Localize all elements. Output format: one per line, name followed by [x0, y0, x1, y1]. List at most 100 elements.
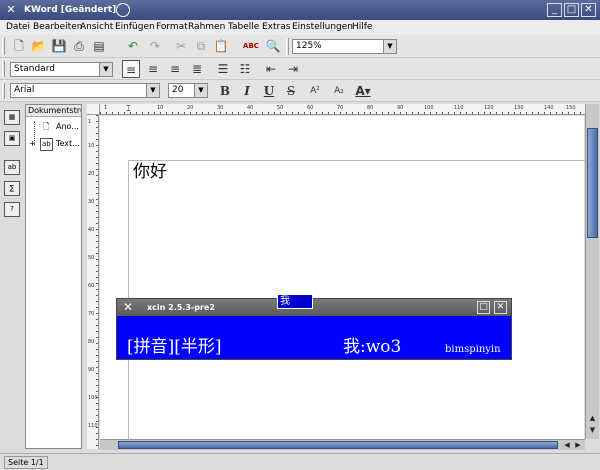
bullet-list-icon[interactable]: ☷ [236, 60, 254, 78]
app-icon[interactable]: ✕ [4, 3, 18, 17]
picture-frame-icon[interactable]: ▣ [4, 131, 20, 146]
horizontal-ruler[interactable]: 1 10 20 30 40 50 60 70 80 90 100 110 120… [100, 104, 585, 115]
copy-icon[interactable]: ⧉ [192, 37, 210, 55]
window-menu-icon[interactable] [116, 3, 130, 17]
scroll-up-arrow-icon[interactable]: ▲ [587, 413, 598, 424]
scroll-right-arrow-icon[interactable]: ▶ [573, 440, 583, 450]
ruler-tick-label: 150 [566, 105, 576, 111]
horizontal-scrollbar[interactable]: ◀ ▶ [100, 439, 585, 450]
chevron-down-icon[interactable]: ▼ [194, 84, 207, 97]
main-toolbar: 🗋 📂 💾 ⎙ ▤ ↶ ↷ ✂ ⧉ 📋 ABC 🔍 125% ▼ [0, 35, 600, 58]
increase-indent-icon[interactable]: ⇥ [284, 60, 302, 78]
text-color-icon[interactable]: A▾ [354, 82, 372, 100]
format-toolbar: Arial ▼ 20 ▼ B I U S A² A₂ A▾ [0, 80, 600, 102]
ruler-tick-label: 100 [88, 395, 98, 401]
ruler-tick-label: 20 [88, 171, 95, 177]
menu-ansicht[interactable]: Ansicht [80, 20, 113, 35]
menu-einstellungen[interactable]: Einstellungen [292, 20, 353, 35]
ruler-tick-label: 50 [88, 255, 95, 261]
menu-datei[interactable]: Datei [6, 20, 30, 35]
tab-stop-marker[interactable]: ⌶ [126, 104, 131, 114]
window-titlebar[interactable]: ✕ KWord [Geändert] _ □ ✕ [0, 0, 600, 20]
italic-button[interactable]: I [238, 82, 256, 100]
xcin-close-button[interactable]: ✕ [494, 301, 507, 314]
chevron-down-icon[interactable]: ▼ [99, 63, 112, 76]
ruler-tick-label: 140 [544, 105, 554, 111]
ruler-tick-label: 20 [187, 105, 194, 111]
ruler-tick-label: 70 [88, 311, 95, 317]
strikethrough-button[interactable]: S [282, 82, 300, 100]
chevron-down-icon[interactable]: ▼ [146, 84, 159, 97]
vertical-scroll-thumb[interactable] [587, 128, 598, 238]
document-structure-header: Dokumentstru [26, 105, 81, 117]
align-left-icon[interactable]: ≡ [122, 60, 140, 78]
chevron-down-icon[interactable]: ▼ [383, 40, 396, 53]
close-button[interactable]: ✕ [581, 3, 596, 17]
find-icon[interactable]: 🔍 [264, 37, 282, 55]
print-icon[interactable]: ⎙ [70, 37, 88, 55]
menu-einfuegen[interactable]: Einfügen [115, 20, 155, 35]
save-icon[interactable]: 💾 [50, 37, 68, 55]
xcin-composition: 我:wo3 [343, 337, 402, 357]
subscript-icon[interactable]: A₂ [330, 82, 348, 100]
text-frame-icon[interactable]: ab [4, 160, 20, 175]
scroll-down-arrow-icon[interactable]: ▼ [587, 425, 598, 436]
redo-icon[interactable]: ↷ [146, 37, 164, 55]
document-text[interactable]: 你好 [133, 160, 167, 184]
ruler-tick-label: 40 [247, 105, 254, 111]
decrease-indent-icon[interactable]: ⇤ [262, 60, 280, 78]
font-size-combo[interactable]: 20 ▼ [168, 83, 208, 98]
align-right-icon[interactable]: ≡ [166, 60, 184, 78]
cut-icon[interactable]: ✂ [172, 37, 190, 55]
font-value: Arial [14, 85, 35, 95]
tree-expand-icon[interactable]: + [29, 138, 36, 149]
ruler-tick-label: 60 [307, 105, 314, 111]
document-structure-panel: Dokumentstru + 🗋 Ano... ab Text... [25, 104, 82, 449]
align-center-icon[interactable]: ≡ [144, 60, 162, 78]
vertical-ruler[interactable]: 1 10 20 30 40 50 60 70 80 90 100 110 [87, 115, 99, 449]
toolbar-grip[interactable] [2, 61, 5, 77]
style-combo[interactable]: Standard ▼ [10, 62, 113, 77]
toolbar-grip[interactable] [286, 38, 289, 55]
horizontal-scroll-thumb[interactable] [118, 441, 558, 449]
scroll-left-arrow-icon[interactable]: ◀ [562, 440, 572, 450]
document-icon: 🗋 [43, 122, 50, 131]
xcin-app-icon[interactable]: ✕ [123, 300, 133, 315]
bold-button[interactable]: B [216, 82, 234, 100]
align-justify-icon[interactable]: ≣ [188, 60, 206, 78]
paste-icon[interactable]: 📋 [212, 37, 230, 55]
menu-hilfe[interactable]: Hilfe [352, 20, 372, 35]
xcin-input-window[interactable]: ✕ xcin 2.5.3-pre2 □ ✕ [拼音][半形] 我:wo3 bim… [116, 298, 512, 360]
xcin-maximize-button[interactable]: □ [477, 301, 490, 314]
xcin-titlebar[interactable]: ✕ xcin 2.5.3-pre2 □ ✕ [117, 299, 511, 316]
superscript-icon[interactable]: A² [306, 82, 324, 100]
font-combo[interactable]: Arial ▼ [10, 83, 160, 98]
menu-format[interactable]: Format [156, 20, 188, 35]
print-preview-icon[interactable]: ▤ [90, 37, 108, 55]
menu-tabelle[interactable]: Tabelle [228, 20, 259, 35]
underline-button[interactable]: U [260, 82, 278, 100]
numbered-list-icon[interactable]: ☰ [214, 60, 232, 78]
tree-item-textframes[interactable]: Text... [56, 138, 80, 149]
minimize-button[interactable]: _ [547, 3, 562, 17]
tree-item-annotations[interactable]: Ano... [56, 121, 79, 132]
formula-frame-icon[interactable]: ∑ [4, 181, 20, 196]
new-document-icon[interactable]: 🗋 [10, 37, 28, 55]
zoom-combo[interactable]: 125% ▼ [292, 39, 397, 54]
vertical-scrollbar[interactable]: ▲ ▼ [585, 104, 599, 439]
menu-extras[interactable]: Extras [262, 20, 290, 35]
ruler-tick-label: 110 [88, 423, 98, 429]
undo-icon[interactable]: ↶ [124, 37, 142, 55]
table-frame-icon[interactable]: ▦ [4, 110, 20, 125]
menu-bearbeiten[interactable]: Bearbeiten [33, 20, 82, 35]
menu-rahmen[interactable]: Rahmen [188, 20, 225, 35]
object-frame-icon[interactable]: ? [4, 202, 20, 217]
spellcheck-icon[interactable]: ABC [242, 37, 260, 55]
open-folder-icon[interactable]: 📂 [30, 37, 48, 55]
statusbar: Seite 1/1 [0, 453, 600, 470]
toolbar-grip[interactable] [2, 83, 5, 99]
ruler-tick-label: 40 [88, 227, 95, 233]
text-frame-icon: ab [40, 138, 53, 151]
toolbar-grip[interactable] [2, 38, 5, 55]
maximize-button[interactable]: □ [564, 3, 579, 17]
